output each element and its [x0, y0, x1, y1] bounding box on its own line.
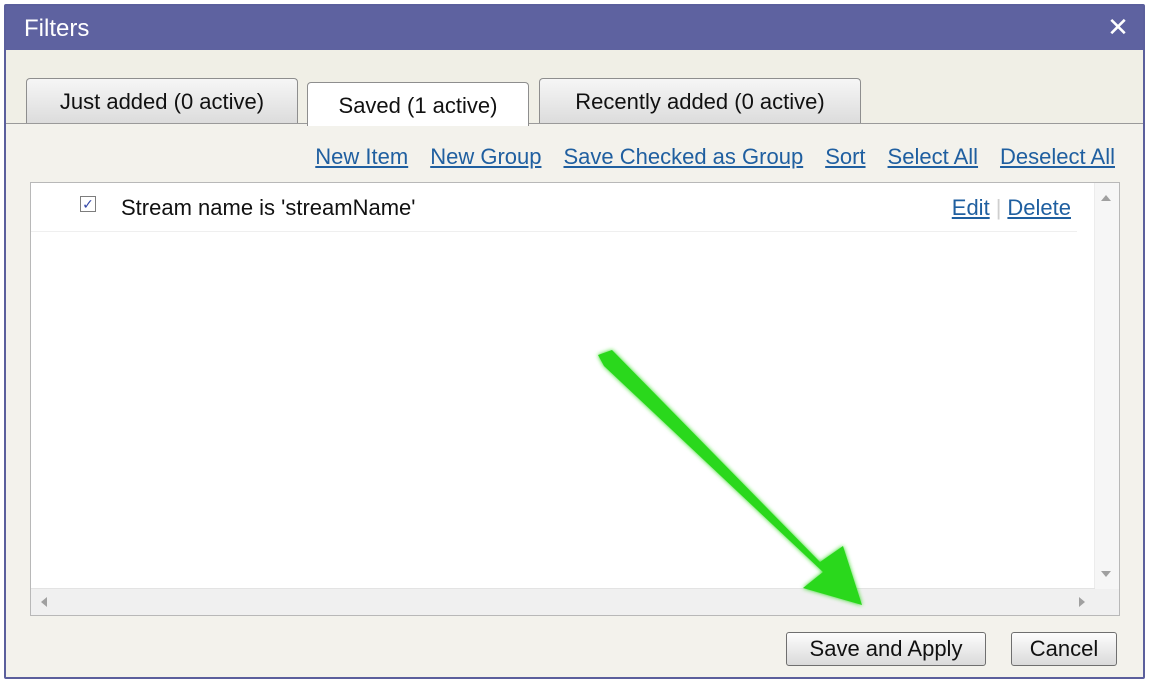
cancel-button[interactable]: Cancel	[1011, 632, 1117, 666]
delete-link[interactable]: Delete	[1007, 195, 1071, 220]
deselect-all-link[interactable]: Deselect All	[1000, 144, 1115, 169]
tab-saved[interactable]: Saved (1 active)	[307, 82, 529, 126]
tab-recently-added[interactable]: Recently added (0 active)	[539, 78, 861, 123]
select-all-link[interactable]: Select All	[888, 144, 979, 169]
save-and-apply-button[interactable]: Save and Apply	[786, 632, 986, 666]
new-group-link[interactable]: New Group	[430, 144, 541, 169]
new-item-link[interactable]: New Item	[315, 144, 408, 169]
arrow-left-icon[interactable]	[41, 597, 47, 607]
edit-link[interactable]: Edit	[952, 195, 990, 220]
tab-just-added[interactable]: Just added (0 active)	[26, 78, 298, 123]
vertical-scrollbar[interactable]	[1094, 183, 1119, 589]
filters-dialog: Filters ✕ Just added (0 active) Saved (1…	[4, 4, 1145, 679]
row-actions: Edit | Delete	[952, 195, 1071, 221]
scrollbar-corner	[1095, 589, 1119, 615]
arrow-right-icon[interactable]	[1079, 597, 1085, 607]
tab-content-saved: New Item New Group Save Checked as Group So…	[6, 124, 1143, 677]
sort-link[interactable]: Sort	[825, 144, 865, 169]
action-separator: |	[995, 195, 1002, 220]
dialog-title: Filters	[24, 15, 90, 42]
checkbox-checked-icon[interactable]: ✓	[80, 196, 96, 212]
save-checked-as-group-link[interactable]: Save Checked as Group	[563, 144, 803, 169]
dialog-titlebar[interactable]: Filters ✕	[6, 6, 1143, 50]
horizontal-scrollbar[interactable]	[31, 588, 1095, 615]
saved-filters-list[interactable]: ✓ Stream name is 'streamName' Edit | Delet…	[30, 182, 1120, 616]
arrow-down-icon[interactable]	[1101, 571, 1111, 577]
close-icon[interactable]: ✕	[1105, 14, 1131, 40]
list-item: ✓ Stream name is 'streamName' Edit | Delet…	[31, 183, 1077, 232]
arrow-up-icon[interactable]	[1101, 195, 1111, 201]
filter-toolbar: New Item New Group Save Checked as Group So…	[6, 144, 1115, 172]
filter-label: Stream name is 'streamName'	[121, 195, 416, 220]
